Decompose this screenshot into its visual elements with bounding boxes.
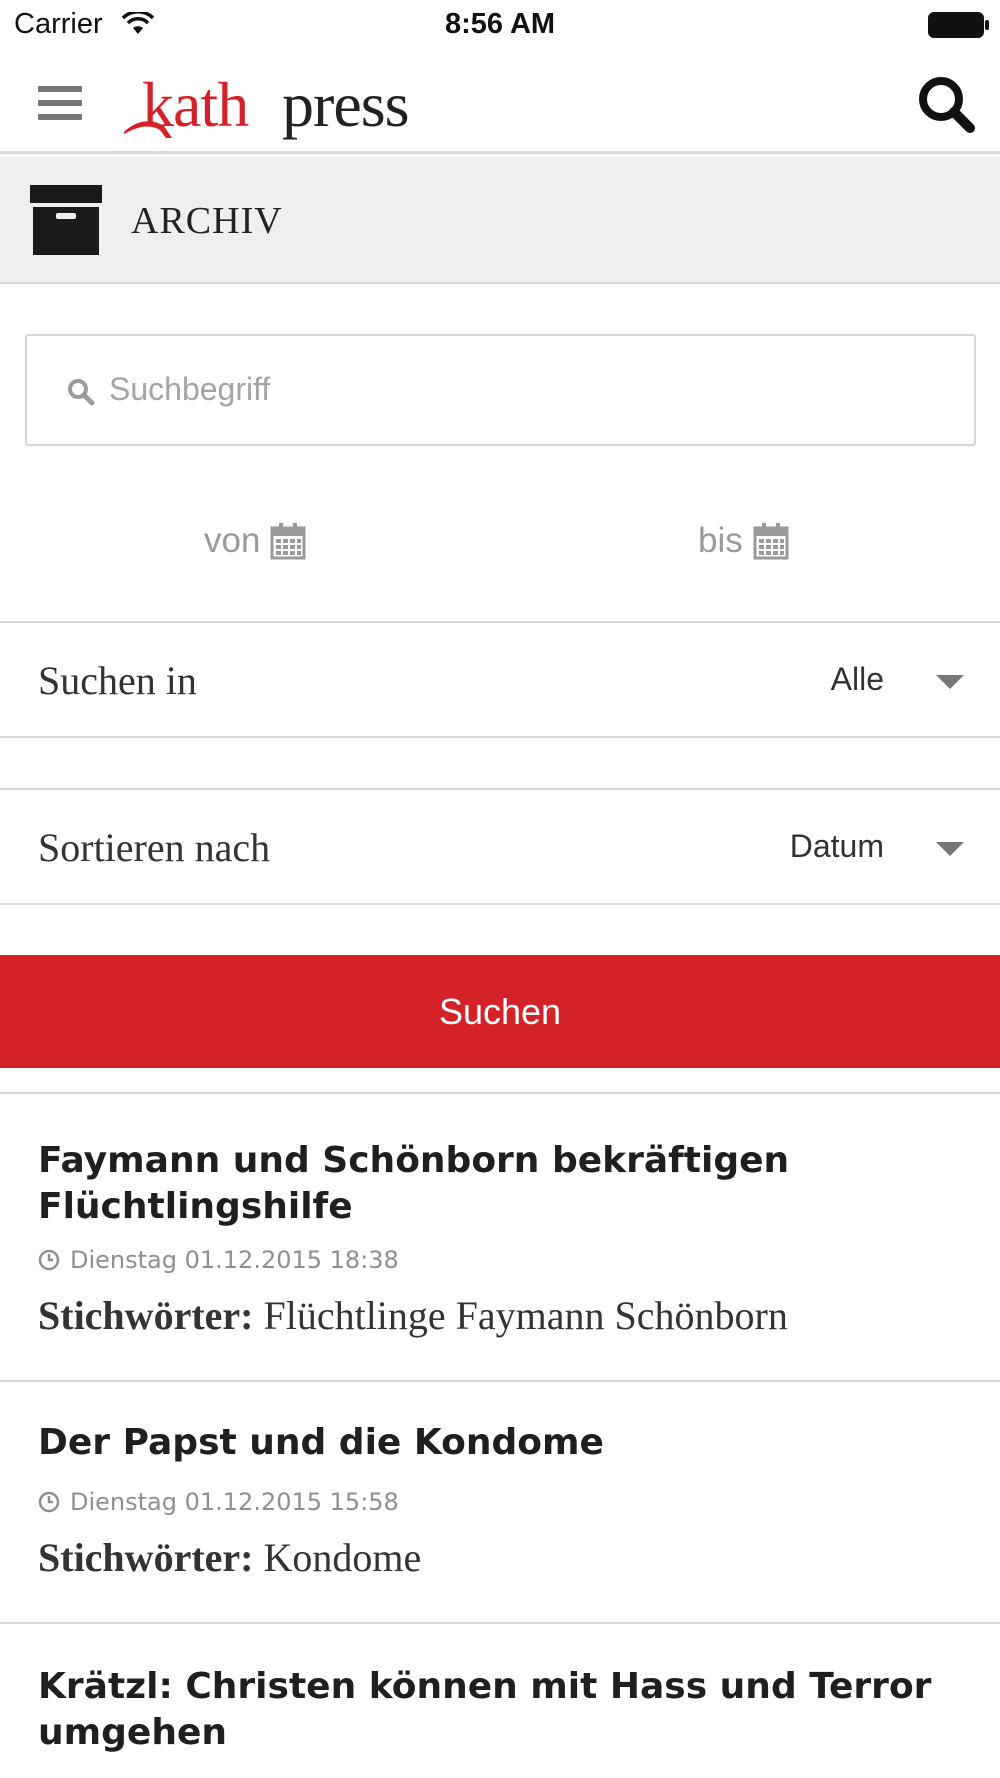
search-field-icon	[68, 379, 95, 406]
tags-label: Stichwörter:	[38, 1293, 254, 1338]
result-title[interactable]: Krätzl: Christen können mit Hass und Ter…	[38, 1664, 968, 1756]
result-date-text: Dienstag 01.12.2015 18:38	[70, 1246, 399, 1274]
result-item[interactable]: Faymann und Schönborn bekräftigen Flücht…	[0, 1094, 1000, 1382]
result-date: Dienstag 01.12.2015 15:58	[38, 1488, 399, 1516]
sort-by-label: Sortieren nach	[38, 825, 271, 870]
chevron-down-icon	[936, 842, 964, 856]
date-from-label: von	[204, 521, 261, 560]
date-to-label: bis	[698, 521, 743, 560]
calendar-icon	[753, 523, 789, 560]
result-item[interactable]: Der Papst und die Kondome Dienstag 01.12…	[0, 1382, 1000, 1622]
search-in-select[interactable]: Suchen in Alle	[0, 621, 1000, 738]
status-bar: Carrier 8:56 AM	[0, 0, 1000, 50]
chevron-down-icon	[936, 675, 964, 689]
search-field[interactable]	[25, 334, 976, 446]
sort-by-value: Datum	[789, 828, 884, 864]
clock-icon	[38, 1249, 60, 1271]
archive-box-icon	[30, 185, 102, 255]
clock-icon	[38, 1491, 60, 1513]
logo-text-kath: kath	[142, 69, 249, 140]
app-header: kath press	[0, 50, 1000, 154]
kathpress-logo[interactable]: kath press	[122, 68, 442, 140]
result-item[interactable]: Krätzl: Christen können mit Hass und Ter…	[0, 1624, 1000, 1778]
calendar-icon	[270, 523, 306, 560]
section-title: ARCHIV	[131, 200, 283, 242]
tags-value: Kondome	[263, 1535, 422, 1580]
hamburger-menu-icon[interactable]	[38, 86, 82, 120]
result-date: Dienstag 01.12.2015 18:38	[38, 1246, 399, 1274]
date-to-picker[interactable]: bis	[698, 514, 789, 568]
search-submit-button[interactable]: Suchen	[0, 955, 1000, 1068]
search-in-label: Suchen in	[38, 658, 197, 703]
sort-by-select[interactable]: Sortieren nach Datum	[0, 788, 1000, 905]
tags-label: Stichwörter:	[38, 1535, 254, 1580]
logo-text-press: press	[282, 69, 410, 140]
result-title[interactable]: Faymann und Schönborn bekräftigen Flücht…	[38, 1138, 968, 1230]
battery-icon	[928, 12, 989, 38]
search-in-value: Alle	[830, 661, 884, 697]
result-tags: Stichwörter: Flüchtlinge Faymann Schönbo…	[38, 1292, 788, 1339]
section-header: ARCHIV	[0, 157, 1000, 284]
result-title[interactable]: Der Papst und die Kondome	[38, 1420, 968, 1466]
result-date-text: Dienstag 01.12.2015 15:58	[70, 1488, 399, 1516]
clock-time: 8:56 AM	[444, 8, 556, 40]
result-tags: Stichwörter: Kondome	[38, 1534, 421, 1581]
tags-value: Flüchtlinge Faymann Schönborn	[263, 1293, 788, 1338]
search-icon[interactable]	[914, 72, 978, 136]
date-from-picker[interactable]: von	[204, 514, 306, 568]
search-input[interactable]	[109, 364, 949, 414]
